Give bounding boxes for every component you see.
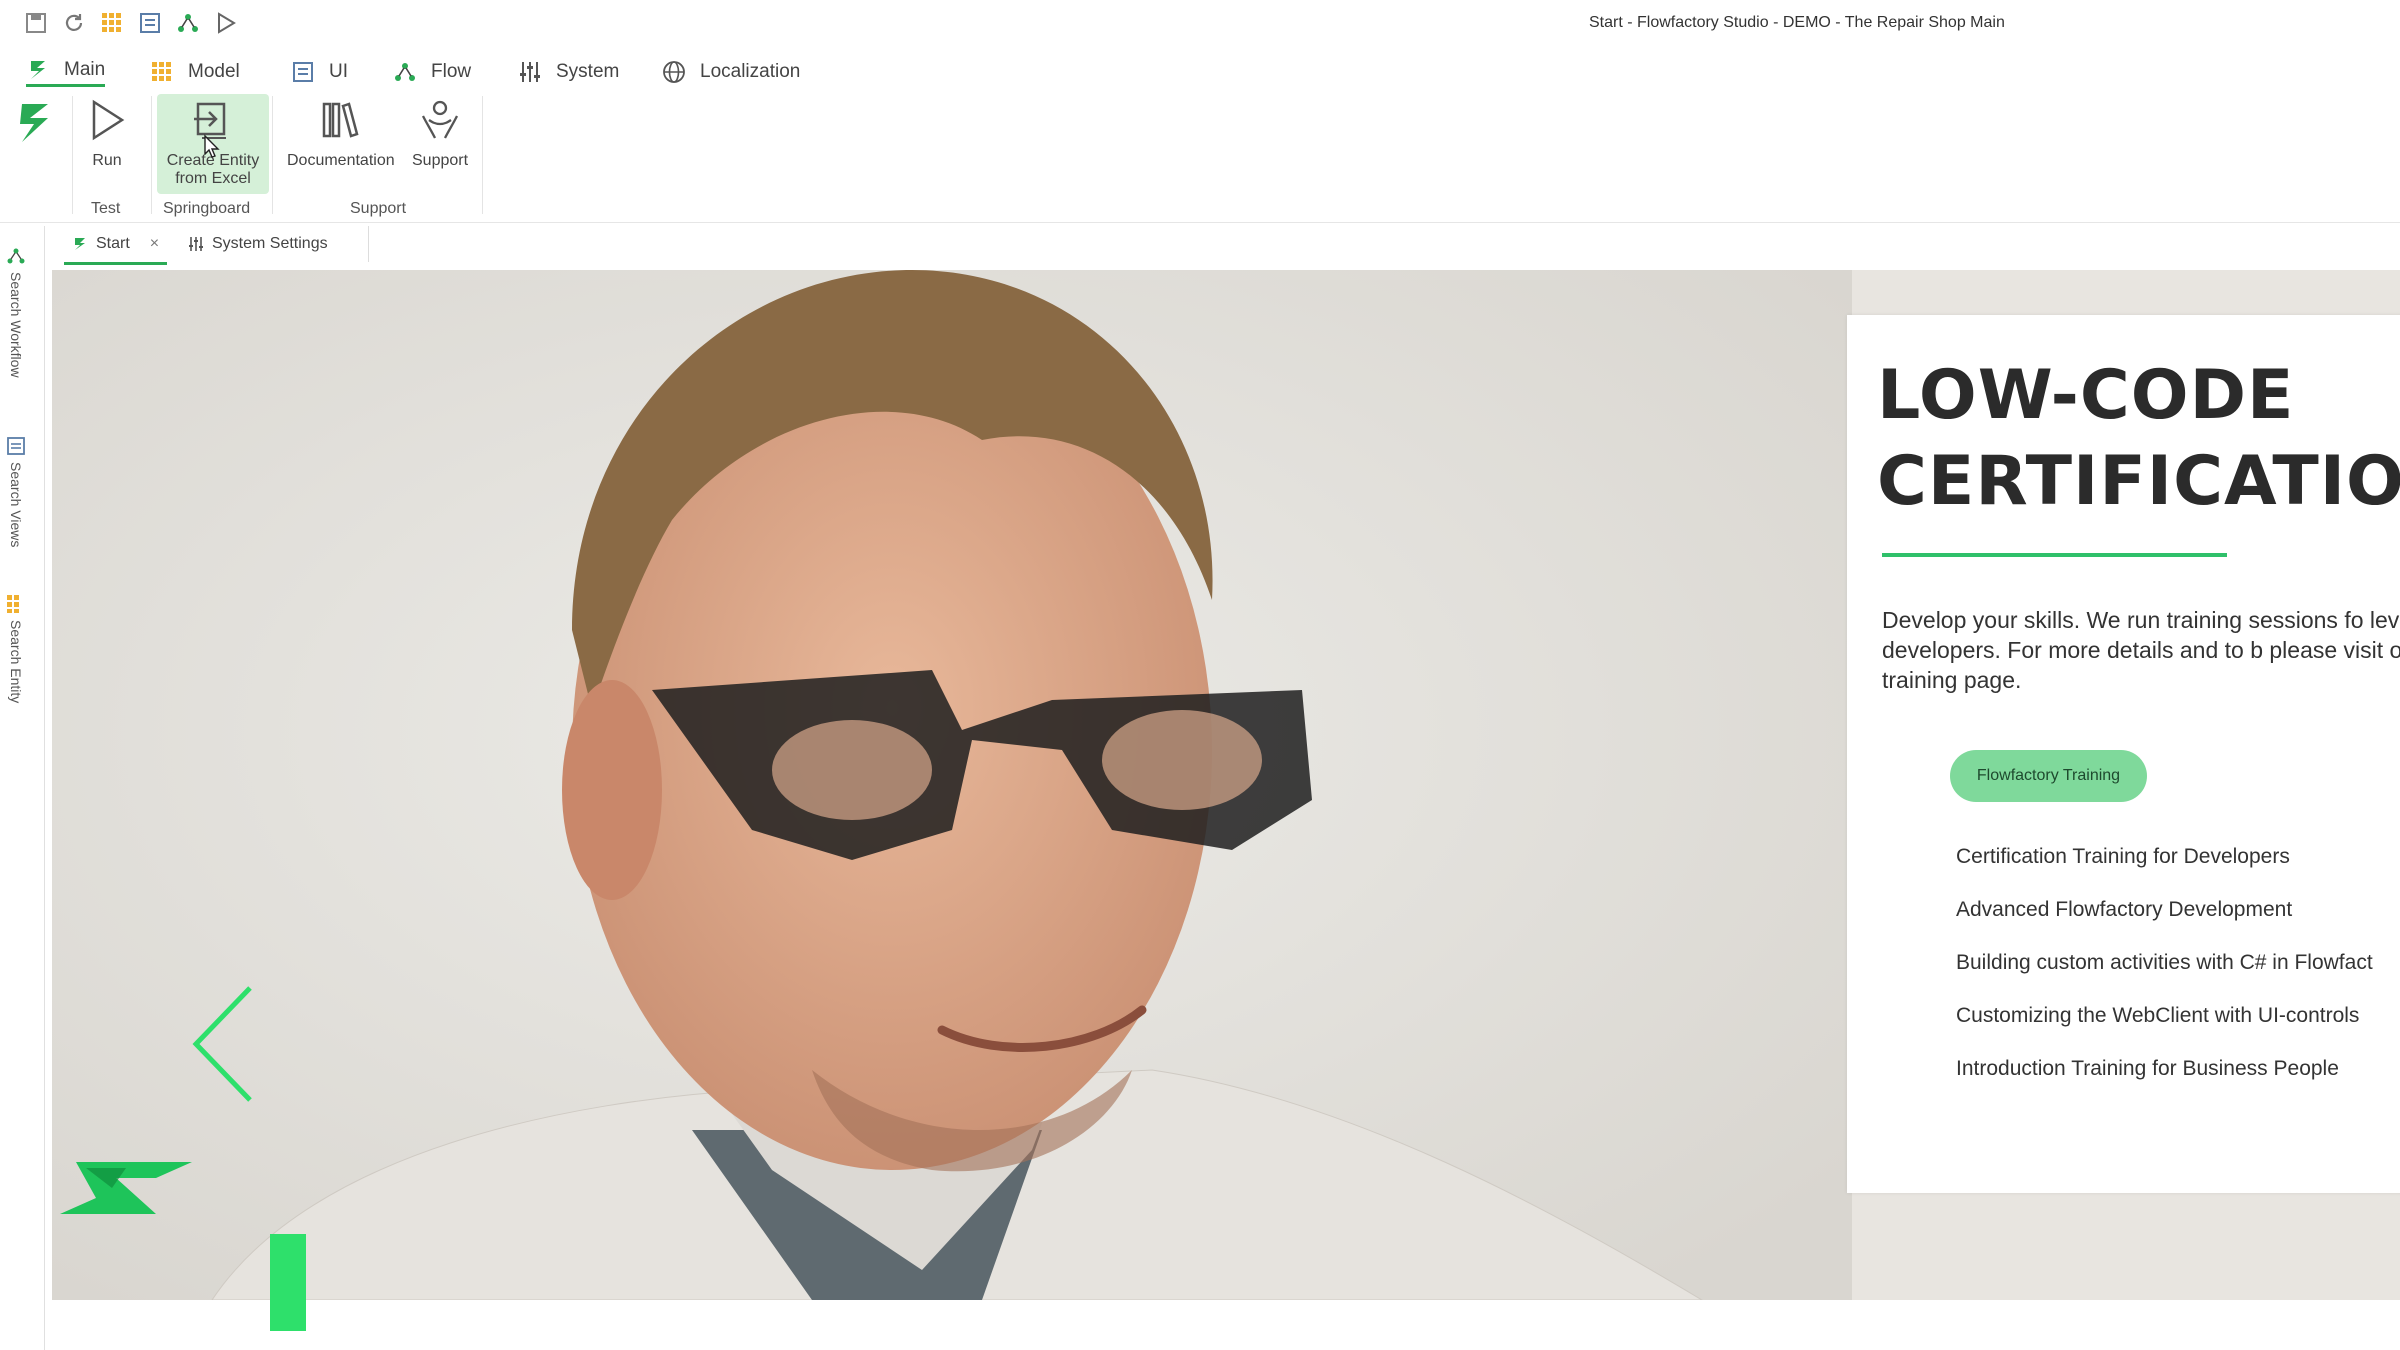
form-icon [293, 62, 313, 82]
document-tabs: Start × System Settings [44, 226, 2400, 266]
group-separator [482, 96, 483, 214]
training-list: Certification Training for Developers Ad… [1956, 845, 2400, 1110]
group-separator [72, 96, 73, 214]
training-item[interactable]: Certification Training for Developers [1956, 845, 2400, 898]
sliders-icon [189, 237, 203, 251]
group-label-support: Support [350, 200, 407, 217]
model-grid-icon[interactable] [100, 11, 124, 35]
search-workflow-tool[interactable]: Search Workflow [6, 246, 26, 378]
tab-system[interactable]: System [518, 56, 619, 88]
quick-access-toolbar [24, 11, 238, 35]
flow-icon [7, 248, 25, 264]
hero-photo [52, 270, 1852, 1300]
tab-system-settings-label: System Settings [212, 235, 328, 252]
form-icon[interactable] [138, 11, 162, 35]
training-item[interactable]: Introduction Training for Business Peopl… [1956, 1057, 2400, 1110]
tab-start-label: Start [96, 235, 130, 252]
tab-model[interactable]: Model [150, 56, 240, 88]
support-label: Support [412, 152, 469, 169]
flowfactory-brand-logo [60, 1162, 192, 1214]
start-page: LOW-CODE CERTIFICATION Develop your skil… [52, 270, 2400, 1300]
mouse-cursor-icon [204, 134, 220, 158]
run-icon [92, 99, 125, 141]
flow-icon[interactable] [176, 11, 200, 35]
save-icon[interactable] [24, 11, 48, 35]
documentation-button[interactable]: Documentation [287, 98, 395, 170]
tab-flow[interactable]: Flow [393, 56, 471, 88]
tab-label: Main [64, 59, 106, 80]
ribbon-tabs: Main Model UI Flow System Localization [0, 48, 2400, 92]
tab-system-settings[interactable]: System Settings [180, 226, 369, 262]
flowfactory-logo-icon [75, 238, 85, 250]
search-entity-tool[interactable]: Search Entity [6, 594, 26, 703]
run-button[interactable]: Run [86, 98, 128, 170]
flow-icon [395, 63, 415, 81]
tab-start[interactable]: Start × [64, 226, 168, 265]
certification-card: LOW-CODE CERTIFICATION Develop your skil… [1847, 315, 2400, 1193]
group-label-test: Test [91, 200, 121, 217]
tab-main[interactable]: Main [26, 56, 106, 87]
globe-icon [663, 61, 685, 83]
play-icon[interactable] [214, 11, 238, 35]
grid-icon [152, 62, 171, 81]
flowfactory-training-button[interactable]: Flowfactory Training [1950, 750, 2147, 802]
books-icon [322, 102, 359, 138]
group-label-springboard: Springboard [163, 200, 251, 217]
tab-label: UI [329, 61, 348, 82]
tab-label: System [556, 61, 620, 82]
tab-label: Model [188, 61, 240, 82]
search-views-label: Search Views [8, 462, 24, 548]
scroll-indicator-bar [270, 1234, 306, 1331]
training-item[interactable]: Advanced Flowfactory Development [1956, 898, 2400, 951]
support-hands-icon [421, 100, 459, 139]
search-workflow-label: Search Workflow [8, 272, 24, 378]
ribbon: Run Create Entity from Excel Documentati… [0, 92, 2400, 223]
group-separator [272, 96, 273, 214]
heading-underline [1882, 553, 2227, 557]
form-icon [7, 437, 25, 455]
tab-label: Flow [431, 61, 472, 82]
close-tab-icon[interactable]: × [150, 235, 159, 253]
support-button[interactable]: Support [412, 98, 468, 170]
search-views-tool[interactable]: Search Views [6, 436, 26, 547]
group-separator [151, 96, 152, 214]
certification-intro-text: Develop your skills. We run training ses… [1882, 607, 2400, 693]
carousel-previous-arrow[interactable] [190, 984, 260, 1104]
certification-heading: LOW-CODE CERTIFICATION [1877, 356, 2400, 521]
training-item[interactable]: Customizing the WebClient with UI-contro… [1956, 1004, 2400, 1057]
grid-icon [7, 595, 19, 613]
training-item[interactable]: Building custom activities with C# in Fl… [1956, 951, 2400, 1004]
tab-localization[interactable]: Localization [662, 56, 800, 88]
tab-label: Localization [700, 61, 801, 82]
title-bar: Start - Flowfactory Studio - DEMO - The … [0, 0, 2400, 48]
side-toolbar: Search Workflow Search Views Search Enti… [0, 226, 45, 1350]
window-title: Start - Flowfactory Studio - DEMO - The … [1589, 14, 2005, 31]
flowfactory-logo-icon [31, 61, 45, 79]
run-label: Run [92, 152, 122, 169]
tab-ui[interactable]: UI [291, 56, 348, 88]
documentation-label: Documentation [287, 152, 395, 169]
sliders-icon [520, 62, 540, 82]
search-entity-label: Search Entity [8, 620, 24, 704]
refresh-icon[interactable] [62, 11, 86, 35]
flowfactory-logo-icon [20, 104, 48, 142]
